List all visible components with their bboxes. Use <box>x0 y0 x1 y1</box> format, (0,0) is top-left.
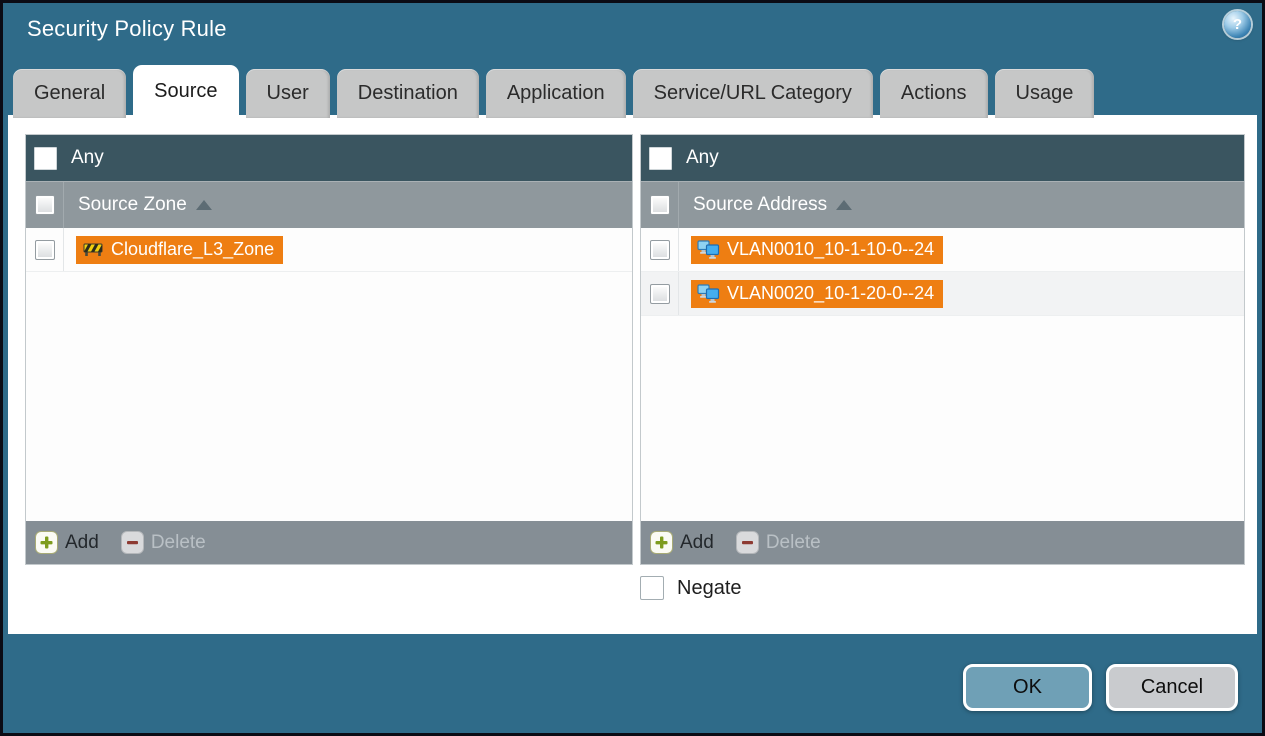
source-address-selectall-checkbox[interactable] <box>649 195 670 215</box>
add-button-label: Add <box>65 531 99 553</box>
security-policy-rule-dialog: Security Policy Rule ? General Source Us… <box>0 0 1265 736</box>
source-zone-any-row: Any <box>26 135 632 181</box>
source-zone-list: Cloudflare_L3_Zone <box>26 228 632 521</box>
source-zone-delete-button[interactable]: Delete <box>120 531 206 554</box>
address-icon <box>697 283 720 303</box>
add-button-label: Add <box>680 531 714 553</box>
help-glyph: ? <box>1232 16 1243 33</box>
plus-icon <box>35 531 58 554</box>
source-address-item-label: VLAN0010_10-1-10-0--24 <box>727 238 935 259</box>
source-zone-any-label: Any <box>71 147 104 168</box>
source-tab-content: Any Source Zone Cloudflare_L3_Zone Add D… <box>8 115 1257 634</box>
tab-application[interactable]: Application <box>485 69 626 118</box>
source-address-any-label: Any <box>686 147 719 168</box>
address-icon <box>697 239 720 259</box>
tab-bar: General Source User Destination Applicat… <box>13 65 1095 118</box>
minus-icon <box>120 531 144 554</box>
tab-destination[interactable]: Destination <box>336 69 479 118</box>
tab-service-url-category[interactable]: Service/URL Category <box>632 69 873 118</box>
delete-button-label: Delete <box>150 531 206 553</box>
source-zone-item-label: Cloudflare_L3_Zone <box>111 238 275 259</box>
source-zone-column-header[interactable]: Source Zone <box>26 181 632 228</box>
source-address-panel-footer: Add Delete <box>641 521 1244 564</box>
negate-label: Negate <box>677 576 742 599</box>
tab-user[interactable]: User <box>245 69 330 118</box>
source-address-any-row: Any <box>641 135 1244 181</box>
row-checkbox[interactable] <box>649 239 670 260</box>
table-row: Cloudflare_L3_Zone <box>26 228 632 272</box>
row-checkbox[interactable] <box>34 239 55 260</box>
source-address-item-label: VLAN0020_10-1-20-0--24 <box>727 282 935 303</box>
source-zone-add-button[interactable]: Add <box>35 531 99 554</box>
dialog-title: Security Policy Rule <box>27 16 227 41</box>
source-zone-panel-footer: Add Delete <box>26 521 632 564</box>
source-address-item[interactable]: VLAN0010_10-1-10-0--24 <box>691 235 944 264</box>
zone-icon <box>82 241 104 257</box>
source-address-column-header[interactable]: Source Address <box>641 181 1244 228</box>
sort-ascending-icon <box>836 200 853 210</box>
source-zone-selectall-checkbox[interactable] <box>34 195 55 215</box>
tab-actions[interactable]: Actions <box>879 69 988 118</box>
source-address-list: VLAN0010_10-1-10-0--24 VLAN0020_10-1-20-… <box>641 228 1244 521</box>
source-zone-any-checkbox[interactable] <box>34 146 57 170</box>
source-zone-column-title: Source Zone <box>78 194 187 215</box>
ok-button[interactable]: OK <box>963 664 1092 711</box>
table-row: VLAN0010_10-1-10-0--24 <box>641 228 1244 272</box>
delete-button-label: Delete <box>765 531 821 553</box>
tab-source[interactable]: Source <box>133 65 239 118</box>
source-address-add-button[interactable]: Add <box>650 531 714 554</box>
negate-checkbox[interactable] <box>640 576 664 600</box>
tab-general[interactable]: General <box>13 69 127 118</box>
source-zone-item[interactable]: Cloudflare_L3_Zone <box>76 235 284 264</box>
plus-icon <box>650 531 673 554</box>
source-address-column-title: Source Address <box>693 194 828 215</box>
row-checkbox[interactable] <box>649 283 670 304</box>
negate-row: Negate <box>640 576 742 600</box>
minus-icon <box>735 531 759 554</box>
cancel-button[interactable]: Cancel <box>1106 664 1238 711</box>
source-address-delete-button[interactable]: Delete <box>735 531 821 554</box>
table-row: VLAN0020_10-1-20-0--24 <box>641 272 1244 316</box>
source-address-any-checkbox[interactable] <box>649 146 672 170</box>
source-address-item[interactable]: VLAN0020_10-1-20-0--24 <box>691 279 944 308</box>
source-address-panel: Any Source Address VLAN0010_10-1-10-0--2… <box>640 134 1245 565</box>
help-icon[interactable]: ? <box>1224 11 1251 38</box>
source-zone-panel: Any Source Zone Cloudflare_L3_Zone Add D… <box>25 134 633 565</box>
tab-usage[interactable]: Usage <box>994 69 1095 118</box>
sort-ascending-icon <box>195 200 212 210</box>
